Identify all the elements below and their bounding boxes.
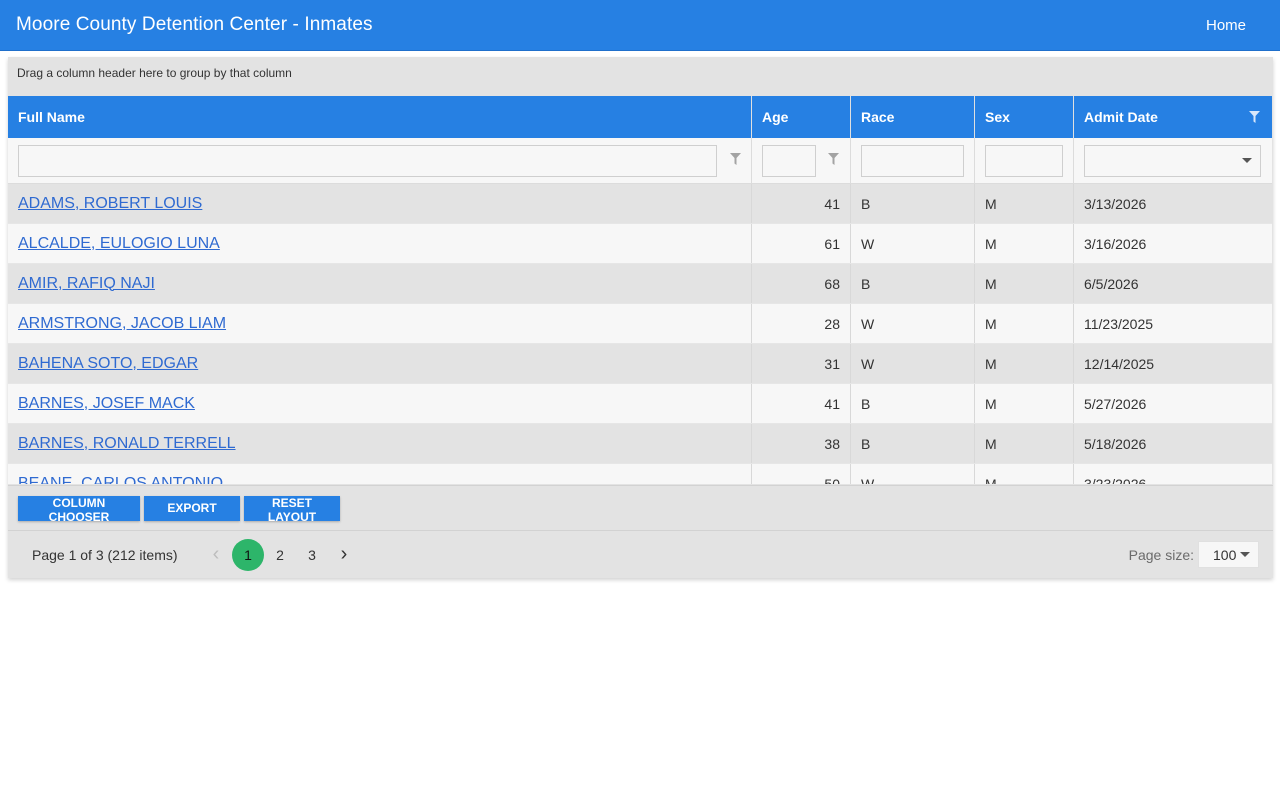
table-row[interactable]: AMIR, RAFIQ NAJI 68 B M 6/5/2026: [8, 264, 1272, 304]
race-cell: B: [851, 424, 975, 463]
filter-cell-admit-date: [1074, 138, 1272, 183]
page-button-3[interactable]: 3: [296, 539, 328, 571]
age-cell: 68: [752, 264, 851, 303]
filter-icon[interactable]: [730, 153, 741, 165]
inmate-name-link[interactable]: BEANE, CARLOS ANTONIO: [18, 475, 223, 485]
chevron-down-icon: [1242, 158, 1252, 163]
prev-page-button[interactable]: ‹: [200, 539, 232, 571]
admit-date-cell: 3/13/2026: [1084, 195, 1147, 212]
age-cell: 28: [752, 304, 851, 343]
column-chooser-button[interactable]: COLUMN CHOOSER: [18, 495, 140, 524]
column-header-full-name[interactable]: Full Name: [8, 96, 752, 138]
race-cell: B: [851, 384, 975, 423]
sex-filter-input[interactable]: [985, 144, 1063, 177]
full-name-filter-input[interactable]: [18, 144, 717, 177]
page-size-select[interactable]: 100: [1198, 541, 1259, 568]
inmate-name-link[interactable]: BARNES, JOSEF MACK: [18, 395, 195, 413]
home-link[interactable]: Home: [1206, 17, 1246, 34]
sex-cell: M: [975, 184, 1074, 223]
age-filter-input[interactable]: [762, 144, 816, 177]
admit-date-cell: 12/14/2025: [1084, 355, 1155, 372]
grid-toolbar: COLUMN CHOOSER EXPORT RESET LAYOUT: [8, 485, 1273, 530]
age-cell: 38: [752, 424, 851, 463]
age-cell: 31: [752, 344, 851, 383]
inmate-name-link[interactable]: ARMSTRONG, JACOB LIAM: [18, 315, 226, 333]
grid-body[interactable]: ADAMS, ROBERT LOUIS 41 B M 3/13/2026 ALC…: [8, 184, 1272, 484]
sex-cell: M: [975, 384, 1074, 423]
admit-date-cell: 5/27/2026: [1084, 395, 1147, 412]
sex-cell: M: [975, 424, 1074, 463]
filter-icon[interactable]: [1249, 111, 1260, 123]
inmate-name-link[interactable]: ADAMS, ROBERT LOUIS: [18, 195, 202, 213]
page-size: Page size: 100: [1129, 541, 1259, 568]
table-row[interactable]: BARNES, RONALD TERRELL 38 B M 5/18/2026: [8, 424, 1272, 464]
page-info: Page 1 of 3 (212 items): [32, 546, 178, 563]
page-button-2[interactable]: 2: [264, 539, 296, 571]
age-cell: 61: [752, 224, 851, 263]
page-size-value: 100: [1213, 546, 1237, 563]
admit-date-cell: 6/5/2026: [1084, 275, 1139, 292]
inmate-name-link[interactable]: ALCALDE, EULOGIO LUNA: [18, 235, 220, 253]
admit-date-cell: 11/23/2025: [1084, 315, 1154, 332]
next-page-button[interactable]: ›: [328, 539, 360, 571]
page-button-1[interactable]: 1: [232, 538, 264, 571]
table-row[interactable]: ADAMS, ROBERT LOUIS 41 B M 3/13/2026: [8, 184, 1272, 224]
reset-layout-button[interactable]: RESET LAYOUT: [244, 495, 340, 524]
race-cell: W: [851, 344, 975, 383]
inmates-grid: Drag a column header here to group by th…: [8, 57, 1273, 578]
admit-date-cell: 3/23/2026: [1084, 475, 1147, 485]
inmate-name-link[interactable]: AMIR, RAFIQ NAJI: [18, 275, 155, 293]
race-cell: W: [851, 464, 975, 484]
filter-cell-age: [752, 138, 851, 183]
race-cell: B: [851, 264, 975, 303]
page-title: Moore County Detention Center - Inmates: [16, 14, 373, 35]
table-row[interactable]: BARNES, JOSEF MACK 41 B M 5/27/2026: [8, 384, 1272, 424]
race-cell: W: [851, 304, 975, 343]
admit-date-cell: 3/16/2026: [1084, 235, 1147, 252]
top-bar: Moore County Detention Center - Inmates …: [0, 0, 1280, 51]
header-row: Full Name Age Race Sex Admit Date: [8, 96, 1272, 138]
filter-cell-race: [851, 138, 975, 183]
filter-cell-full-name: [8, 138, 752, 183]
pager: Page 1 of 3 (212 items) ‹ 1 2 3 › Page s…: [8, 530, 1273, 578]
race-cell: W: [851, 224, 975, 263]
filter-cell-sex: [975, 138, 1074, 183]
sex-cell: M: [975, 304, 1074, 343]
age-cell: 41: [752, 184, 851, 223]
sex-cell: M: [975, 344, 1074, 383]
table-row[interactable]: ARMSTRONG, JACOB LIAM 28 W M 11/23/2025: [8, 304, 1272, 344]
inmate-name-link[interactable]: BARNES, RONALD TERRELL: [18, 435, 236, 453]
table-row[interactable]: BEANE, CARLOS ANTONIO 50 W M 3/23/2026: [8, 464, 1272, 484]
admit-date-cell: 5/18/2026: [1084, 435, 1147, 452]
race-cell: B: [851, 184, 975, 223]
age-cell: 41: [752, 384, 851, 423]
race-filter-input[interactable]: [861, 144, 964, 177]
column-header-age[interactable]: Age: [752, 96, 851, 138]
chevron-down-icon: [1240, 552, 1250, 557]
page-size-label: Page size:: [1128, 546, 1194, 563]
sex-cell: M: [975, 264, 1074, 303]
export-button[interactable]: EXPORT: [144, 495, 240, 521]
age-cell: 50: [752, 464, 851, 484]
filter-row: [8, 138, 1272, 184]
sex-cell: M: [975, 224, 1074, 263]
table-row[interactable]: ALCALDE, EULOGIO LUNA 61 W M 3/16/2026: [8, 224, 1272, 264]
admit-date-filter-select[interactable]: [1084, 144, 1261, 177]
column-header-sex[interactable]: Sex: [975, 96, 1074, 138]
grid-table: Full Name Age Race Sex Admit Date ADAMS,…: [8, 96, 1272, 484]
filter-icon[interactable]: [828, 153, 839, 165]
column-header-race[interactable]: Race: [851, 96, 975, 138]
group-panel[interactable]: Drag a column header here to group by th…: [8, 57, 1273, 95]
column-header-admit-date[interactable]: Admit Date: [1074, 96, 1272, 138]
table-row[interactable]: BAHENA SOTO, EDGAR 31 W M 12/14/2025: [8, 344, 1272, 384]
inmate-name-link[interactable]: BAHENA SOTO, EDGAR: [18, 355, 198, 373]
sex-cell: M: [975, 464, 1074, 484]
